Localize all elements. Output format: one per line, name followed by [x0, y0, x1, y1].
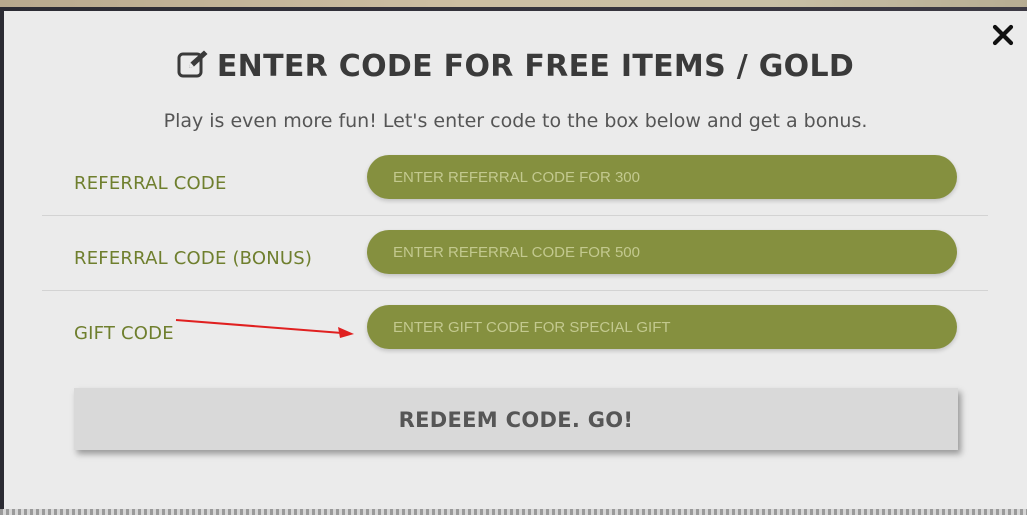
edit-icon: [177, 49, 209, 87]
bottom-edge-border: [0, 509, 1027, 515]
modal-title: ENTER CODE FOR FREE ITEMS / GOLD: [4, 49, 1027, 87]
referral-code-bonus-row: REFERRAL CODE (BONUS): [42, 230, 988, 291]
close-icon: [992, 24, 1014, 46]
gift-code-label: GIFT CODE: [74, 323, 174, 344]
modal-subtitle: Play is even more fun! Let's enter code …: [163, 110, 868, 132]
background-top-strip: [0, 0, 1027, 7]
modal-title-text: ENTER CODE FOR FREE ITEMS / GOLD: [216, 49, 855, 84]
referral-code-label: REFERRAL CODE: [74, 173, 227, 194]
redeem-code-button[interactable]: REDEEM CODE. GO!: [74, 388, 958, 450]
referral-code-bonus-label: REFERRAL CODE (BONUS): [74, 248, 313, 269]
gift-code-input[interactable]: [367, 305, 957, 349]
page-stage: ENTER CODE FOR FREE ITEMS / GOLD Play is…: [0, 0, 1027, 515]
referral-code-row: REFERRAL CODE: [42, 155, 988, 216]
gift-code-row: GIFT CODE: [42, 305, 988, 365]
referral-code-input[interactable]: [367, 155, 957, 199]
close-button[interactable]: [991, 23, 1015, 47]
code-entry-modal: ENTER CODE FOR FREE ITEMS / GOLD Play is…: [4, 11, 1027, 509]
referral-code-bonus-input[interactable]: [367, 230, 957, 274]
